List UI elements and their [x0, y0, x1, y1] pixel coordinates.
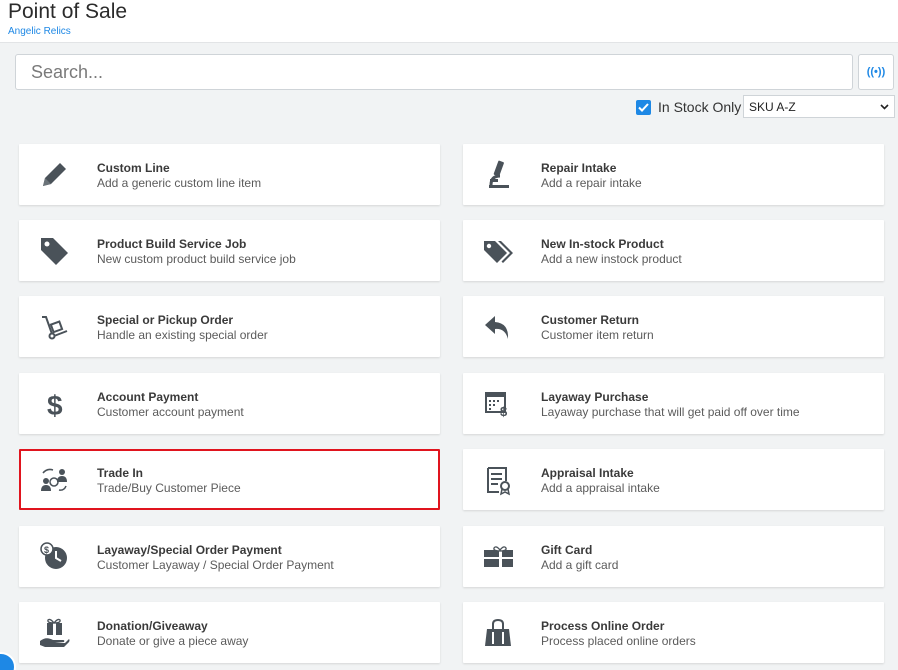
card-appraisal-intake[interactable]: Appraisal Intake Add a appraisal intake: [463, 449, 884, 510]
svg-text:$: $: [44, 545, 49, 555]
card-title: Repair Intake: [541, 161, 617, 175]
tag-icon: [36, 234, 72, 268]
card-subtitle: Customer account payment: [97, 405, 244, 419]
scan-button[interactable]: ((•)): [858, 54, 894, 90]
card-subtitle: Donate or give a piece away: [97, 634, 249, 648]
store-name-link[interactable]: Angelic Relics: [8, 26, 71, 38]
sort-selected-value: SKU A-Z: [749, 99, 796, 114]
card-subtitle: Add a repair intake: [541, 176, 642, 190]
dollar-icon: $: [36, 387, 72, 421]
card-trade-in[interactable]: Trade In Trade/Buy Customer Piece: [19, 449, 440, 510]
card-title: New In-stock Product: [541, 237, 664, 251]
card-subtitle: New custom product build service job: [97, 252, 296, 266]
card-donation-giveaway[interactable]: Donation/Giveaway Donate or give a piece…: [19, 602, 440, 663]
card-subtitle: Add a appraisal intake: [541, 481, 660, 495]
card-layaway-special-order-payment[interactable]: $ Layaway/Special Order Payment Customer…: [19, 526, 440, 587]
card-new-in-stock-product[interactable]: New In-stock Product Add a new instock p…: [463, 220, 884, 281]
svg-text:$: $: [47, 390, 63, 421]
sort-select[interactable]: SKU A-Z: [743, 95, 895, 118]
app-header: Point of Sale Angelic Relics: [0, 0, 898, 43]
card-subtitle: Add a generic custom line item: [97, 176, 262, 190]
card-subtitle: Process placed online orders: [541, 634, 696, 648]
card-title: Product Build Service Job: [97, 237, 247, 251]
card-repair-intake[interactable]: Repair Intake Add a repair intake: [463, 144, 884, 205]
card-subtitle: Customer Layaway / Special Order Payment: [97, 558, 334, 572]
card-product-build-service-job[interactable]: Product Build Service Job New custom pro…: [19, 220, 440, 281]
card-process-online-order[interactable]: Process Online Order Process placed onli…: [463, 602, 884, 663]
card-title: Layaway Purchase: [541, 390, 649, 404]
card-subtitle: Add a gift card: [541, 558, 619, 572]
card-title: Customer Return: [541, 313, 640, 327]
in-stock-checkbox[interactable]: [636, 99, 651, 115]
search-box: [15, 54, 853, 90]
hand-gift-icon: [36, 616, 72, 650]
trade-exchange-icon: [36, 463, 72, 497]
broadcast-icon: ((•)): [866, 66, 886, 78]
card-layaway-purchase[interactable]: $ Layaway Purchase Layaway purchase that…: [463, 373, 884, 434]
card-account-payment[interactable]: $ Account Payment Customer account payme…: [19, 373, 440, 434]
card-title: Trade In: [97, 466, 144, 480]
microscope-icon: [480, 158, 516, 192]
card-title: Custom Line: [97, 161, 170, 175]
card-special-or-pickup-order[interactable]: Special or Pickup Order Handle an existi…: [19, 296, 440, 357]
card-customer-return[interactable]: Customer Return Customer item return: [463, 296, 884, 357]
svg-text:$: $: [500, 404, 508, 419]
in-stock-filter[interactable]: In Stock Only: [636, 96, 741, 118]
dolly-icon: [36, 310, 72, 344]
card-subtitle: Handle an existing special order: [97, 328, 268, 342]
card-title: Gift Card: [541, 543, 593, 557]
in-stock-label: In Stock Only: [658, 99, 742, 115]
card-subtitle: Add a new instock product: [541, 252, 682, 266]
shopping-bag-icon: [480, 616, 516, 650]
search-input[interactable]: [16, 55, 852, 89]
card-title: Appraisal Intake: [541, 466, 634, 480]
calendar-dollar-icon: $: [480, 387, 516, 421]
reply-arrow-icon: [480, 310, 516, 344]
card-gift-card[interactable]: Gift Card Add a gift card: [463, 526, 884, 587]
tags-icon: [480, 234, 516, 268]
checkmark-icon: [638, 102, 649, 112]
chevron-down-icon: [880, 103, 889, 110]
certificate-icon: [480, 463, 516, 497]
card-title: Account Payment: [97, 390, 199, 404]
pencil-icon: [36, 158, 72, 192]
gift-card-icon: [480, 540, 516, 574]
card-custom-line[interactable]: Custom Line Add a generic custom line it…: [19, 144, 440, 205]
card-title: Process Online Order: [541, 619, 665, 633]
help-chat-button[interactable]: [0, 652, 16, 670]
card-subtitle: Layaway purchase that will get paid off …: [541, 405, 800, 419]
clock-dollar-icon: $: [36, 540, 72, 574]
page-title: Point of Sale: [8, 0, 128, 23]
card-subtitle: Trade/Buy Customer Piece: [97, 481, 241, 495]
card-title: Layaway/Special Order Payment: [97, 543, 282, 557]
card-subtitle: Customer item return: [541, 328, 654, 342]
card-title: Special or Pickup Order: [97, 313, 234, 327]
card-title: Donation/Giveaway: [97, 619, 208, 633]
